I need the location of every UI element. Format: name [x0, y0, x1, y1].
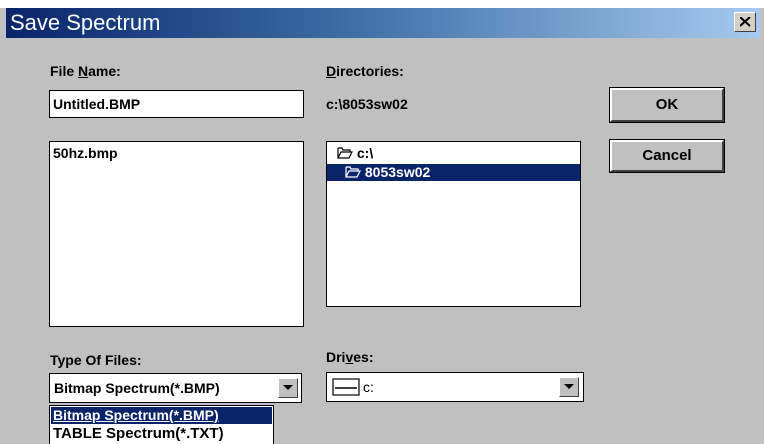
- close-button[interactable]: [734, 12, 756, 32]
- file-name-value: Untitled.BMP: [53, 96, 141, 112]
- cancel-button[interactable]: Cancel: [609, 139, 725, 173]
- list-item[interactable]: 50hz.bmp: [53, 145, 118, 162]
- type-of-files-select[interactable]: Bitmap Spectrum(*.BMP): [49, 373, 302, 403]
- directory-item-label: c:\: [356, 145, 374, 161]
- window-title: Save Spectrum: [10, 10, 161, 35]
- directory-item-8053sw02[interactable]: 8053sw02: [327, 164, 580, 181]
- chevron-down-icon: [564, 384, 574, 389]
- drives-value: c:: [363, 379, 374, 395]
- current-directory-path: c:\8053sw02: [326, 96, 408, 112]
- drive-icon: [332, 378, 360, 396]
- type-of-files-dropdown-button[interactable]: [278, 378, 298, 398]
- directories-list[interactable]: c:\ 8053sw02: [326, 141, 581, 307]
- directories-label: Directories:: [326, 63, 404, 79]
- type-of-files-value: Bitmap Spectrum(*.BMP): [54, 380, 220, 396]
- file-list[interactable]: 50hz.bmp: [49, 141, 304, 327]
- drives-dropdown-button[interactable]: [559, 377, 579, 397]
- chevron-down-icon: [283, 385, 293, 390]
- drives-label: Drives:: [326, 349, 374, 365]
- close-icon: [740, 17, 751, 27]
- ok-button[interactable]: OK: [609, 87, 725, 123]
- directory-item-label: 8053sw02: [364, 164, 431, 180]
- type-of-files-label: Type Of Files:: [50, 352, 142, 368]
- dropdown-option-bitmap[interactable]: Bitmap Spectrum(*.BMP): [51, 407, 272, 424]
- file-name-input[interactable]: Untitled.BMP: [49, 90, 304, 118]
- dropdown-option-table[interactable]: TABLE Spectrum(*.TXT): [53, 425, 224, 442]
- file-name-label: File Name:: [50, 63, 121, 79]
- drives-select[interactable]: c:: [326, 372, 584, 402]
- type-of-files-dropdown-list[interactable]: Bitmap Spectrum(*.BMP) TABLE Spectrum(*.…: [49, 405, 274, 444]
- open-folder-icon: [345, 166, 361, 178]
- open-folder-icon: [337, 147, 353, 159]
- directory-item-root[interactable]: c:\: [337, 145, 373, 162]
- title-bar[interactable]: Save Spectrum: [6, 8, 760, 38]
